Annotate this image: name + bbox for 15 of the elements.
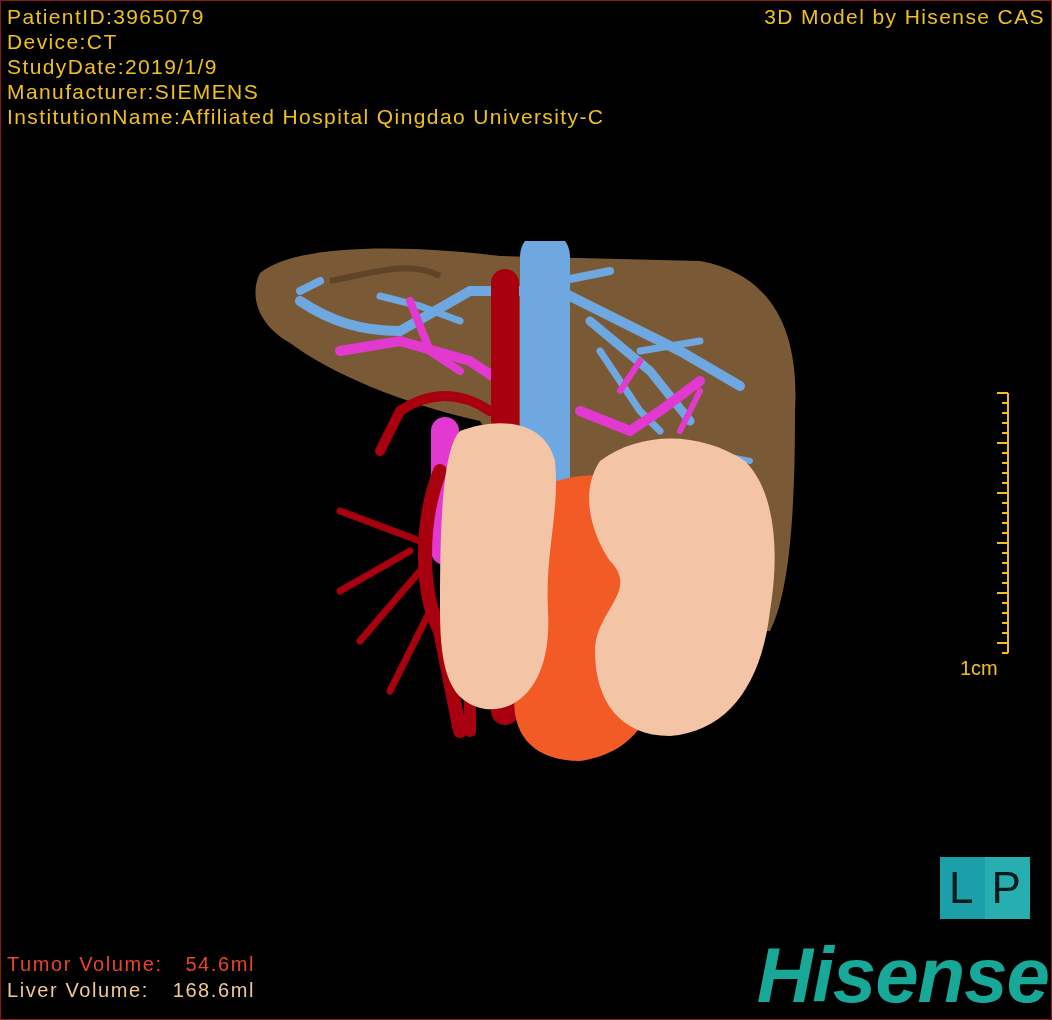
volume-label: Liver Volume:	[7, 978, 150, 1003]
brand-logo: Hisense	[756, 935, 1049, 1015]
volume-label: Tumor Volume:	[7, 952, 163, 977]
orientation-label: L	[949, 866, 974, 910]
patient-info-text: InstitutionName:Affiliated Hospital Qingdao University-C	[7, 104, 605, 129]
orientation-cube[interactable]: L P	[940, 857, 1030, 919]
orientation-label: P	[991, 866, 1021, 910]
caption-text: 3D Model by Hisense CAS	[764, 4, 1045, 30]
scale-label: 1cm	[960, 657, 998, 680]
patient-info-text: PatientID:3965079	[7, 4, 206, 29]
patient-info-text: StudyDate:2019/1/9	[7, 54, 219, 79]
patient-info-text: Device:CT	[7, 29, 119, 54]
patient-info-text: Manufacturer:SIEMENS	[7, 79, 261, 104]
volume-value: 54.6ml	[184, 952, 256, 977]
volume-value: 168.6ml	[172, 978, 256, 1003]
